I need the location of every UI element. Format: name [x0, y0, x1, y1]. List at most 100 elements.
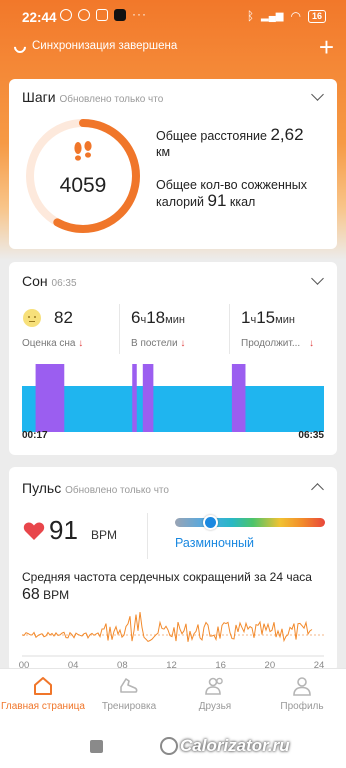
sleep-score-label-row: Оценка сна ↓	[22, 338, 83, 349]
sleep-start-time: 00:17	[22, 430, 48, 441]
calories-label-2: калорий	[156, 195, 204, 209]
pulse-value: 91	[49, 515, 78, 545]
pulse-title: Пульс	[22, 480, 62, 496]
sleep-deep-segment	[35, 364, 65, 432]
steps-calories: Общее кол-во сожженных калорий 91 ккал	[156, 177, 307, 210]
sleep-collapse-chevron-icon[interactable]	[311, 272, 324, 285]
pulse-chart[interactable]	[22, 605, 324, 657]
home-button[interactable]	[160, 737, 178, 755]
sleep-deep-segment	[142, 364, 154, 432]
distance-label: Общее расстояние	[156, 129, 267, 143]
home-icon	[34, 677, 52, 695]
steps-title: Шаги	[22, 89, 56, 105]
in-bed-minutes: 18	[146, 308, 166, 327]
in-bed-label-row: В постели ↓	[131, 338, 185, 349]
app-icon	[114, 9, 126, 21]
pulse-unit: BPM	[91, 528, 118, 542]
sleep-end-time: 06:35	[298, 430, 324, 441]
nav-profile-label: Профиль	[280, 701, 324, 712]
duration-minutes-unit: мин	[275, 314, 295, 326]
nav-workout[interactable]: Тренировка	[86, 669, 172, 721]
in-bed-label: В постели	[131, 338, 178, 349]
sleep-title: Сон	[22, 273, 48, 289]
sync-icon	[11, 38, 29, 56]
sleep-deep-segment	[231, 364, 246, 432]
arrow-down-icon: ↓	[308, 338, 314, 349]
sleep-time: 06:35	[51, 278, 77, 289]
nav-friends-label: Друзья	[198, 701, 232, 712]
sneaker-icon	[120, 678, 138, 693]
sleep-deep-segment	[132, 364, 137, 432]
in-bed-minutes-unit: мин	[165, 314, 185, 326]
messenger-icon	[78, 9, 90, 21]
pulse-average-value: 68	[22, 586, 40, 603]
alarm-icon	[60, 9, 72, 21]
nav-profile[interactable]: Профиль	[258, 669, 346, 721]
pulse-card[interactable]: Пульс Обновлено только что 91 BPM Размин…	[9, 467, 337, 672]
zone-indicator	[202, 515, 218, 530]
watermark: Calorizator.ru	[180, 736, 290, 755]
sleep-light-segment	[22, 386, 324, 432]
status-bar: 22:44 ··· ᛒ ▂▄▆ ◠ 16	[0, 0, 346, 36]
duration-minutes: 15	[256, 308, 276, 327]
zone-label: Разминочный	[175, 536, 255, 550]
more-icon: ···	[132, 7, 147, 21]
face-icon	[23, 309, 41, 327]
pulse-updated: Обновлено только что	[65, 485, 169, 496]
distance-unit: км	[156, 145, 171, 159]
bottom-navigation: Главная страница Тренировка Друзья Профи…	[0, 668, 346, 720]
recent-apps-button[interactable]	[90, 740, 103, 753]
steps-card[interactable]: Шаги Обновлено только что 4059 Общее рас…	[9, 79, 337, 249]
sync-status: Синхронизация завершена +	[11, 32, 334, 62]
status-time: 22:44	[22, 10, 57, 25]
system-icons: ᛒ ▂▄▆ ◠ 16	[247, 9, 326, 23]
nav-home-label: Главная страница	[1, 701, 85, 712]
sleep-chart[interactable]	[22, 364, 324, 432]
system-nav-bar: Calorizator.ru	[0, 720, 346, 768]
nav-home[interactable]: Главная страница	[0, 669, 86, 721]
footprints-icon	[74, 141, 92, 161]
pulse-average-unit: BPM	[43, 588, 70, 602]
nav-friends[interactable]: Друзья	[172, 669, 258, 721]
steps-title-row: Шаги Обновлено только что	[22, 89, 163, 105]
sleep-card[interactable]: Сон 06:35 82 Оценка сна ↓ 6ч18мин В пост…	[9, 262, 337, 455]
sync-text: Синхронизация завершена	[32, 40, 178, 52]
arrow-down-icon: ↓	[180, 338, 186, 349]
divider	[119, 304, 120, 354]
notification-icons: ···	[60, 7, 147, 21]
sleep-score-label: Оценка сна	[22, 338, 76, 349]
divider	[229, 304, 230, 354]
steps-collapse-chevron-icon[interactable]	[311, 88, 324, 101]
heart-icon	[23, 522, 45, 540]
divider	[147, 513, 148, 559]
arrow-down-icon: ↓	[78, 338, 84, 349]
steps-updated: Обновлено только что	[59, 94, 164, 105]
wifi-icon: ◠	[290, 9, 301, 23]
calories-value: 91	[207, 191, 227, 210]
pulse-series-line	[22, 612, 313, 643]
sleep-title-row: Сон 06:35	[22, 273, 77, 289]
bluetooth-icon: ᛒ	[246, 9, 255, 23]
battery-icon: 16	[307, 9, 326, 23]
add-button[interactable]: +	[319, 32, 334, 63]
steps-distance: Общее расстояние 2,62 км	[156, 125, 304, 160]
calories-unit: ккал	[229, 195, 256, 209]
duration-value: 1ч15мин	[241, 308, 295, 328]
sleep-score-value: 82	[54, 308, 73, 327]
pulse-average-text: Средняя частота сердечных сокращений за …	[22, 570, 312, 584]
calories-label: Общее кол-во сожженных	[156, 178, 307, 192]
heart-rate-zone-bar	[175, 515, 325, 530]
in-bed-value: 6ч18мин	[131, 308, 185, 328]
pulse-title-row: Пульс Обновлено только что	[22, 480, 169, 496]
signal-icon: ▂▄▆	[261, 10, 284, 22]
distance-value: 2,62	[270, 125, 304, 144]
duration-label-row: Продолжит... ↓	[241, 338, 314, 349]
notification-icon	[96, 9, 108, 21]
steps-count: 4059	[59, 174, 107, 197]
pulse-collapse-chevron-icon[interactable]	[311, 483, 324, 496]
pulse-average: Средняя частота сердечных сокращений за …	[22, 569, 327, 604]
profile-icon	[293, 677, 311, 696]
nav-workout-label: Тренировка	[101, 701, 157, 712]
duration-label: Продолжит...	[241, 338, 301, 349]
friends-icon	[205, 677, 223, 695]
